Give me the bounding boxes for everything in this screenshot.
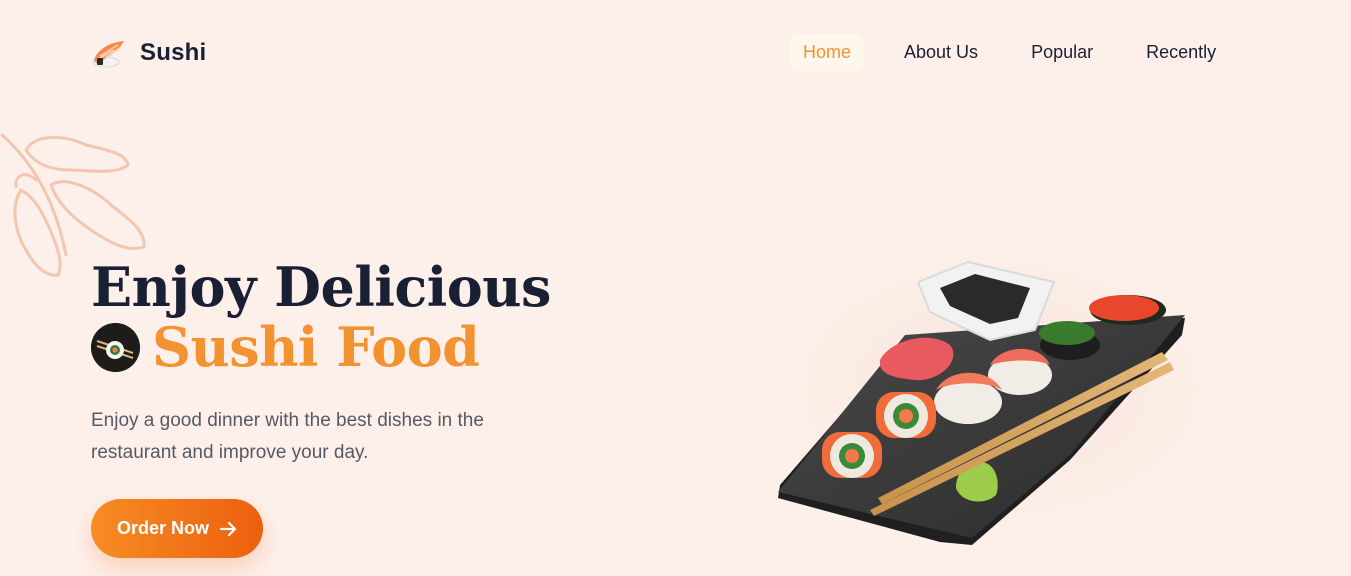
nav-about-us[interactable]: About Us xyxy=(891,34,991,71)
brand-logo[interactable]: Sushi xyxy=(90,36,206,70)
sushi-logo-icon xyxy=(92,41,124,68)
hero-title-accent: Sushi Food xyxy=(152,315,480,379)
nav-popular[interactable]: Popular xyxy=(1018,34,1106,71)
hero-description: Enjoy a good dinner with the best dishes… xyxy=(91,410,484,463)
hero-title-line2-row: Sushi Food xyxy=(91,317,611,377)
landing-page: Sushi Home About Us Popular Recently Enj… xyxy=(0,0,1351,576)
site-header: Sushi Home About Us Popular Recently xyxy=(0,0,1351,108)
order-now-button[interactable]: Order Now xyxy=(91,499,263,558)
nav-home[interactable]: Home xyxy=(790,34,865,71)
sushi-platter-image xyxy=(700,180,1300,560)
order-now-label: Order Now xyxy=(116,518,209,538)
brand-name: Sushi xyxy=(140,39,207,66)
arrow-right-icon xyxy=(219,521,237,536)
hero-title-line1: Enjoy Delicious xyxy=(91,255,551,319)
main-nav: Home About Us Popular Recently xyxy=(790,34,1229,71)
hero-section: Enjoy Delicious Sushi Food Enjoy a good … xyxy=(91,253,611,469)
sushi-roll-icon xyxy=(91,322,140,372)
nav-recently[interactable]: Recently xyxy=(1133,34,1229,71)
